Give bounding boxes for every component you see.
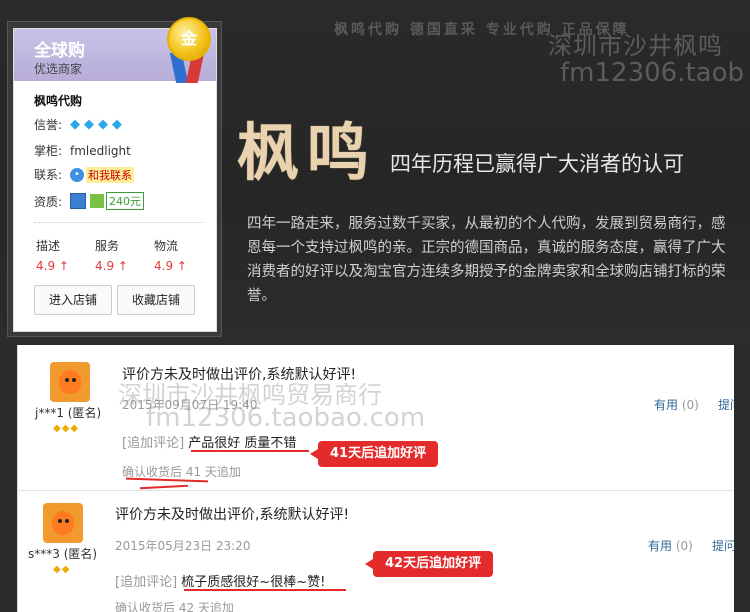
diamond-icon: ◆ bbox=[84, 117, 94, 132]
reviewer-name: s***3 (匿名) bbox=[28, 547, 98, 561]
avatar-eye bbox=[58, 519, 62, 523]
useful-label: 有用 bbox=[654, 398, 679, 412]
contact-seller-link[interactable]: 和我联系 bbox=[86, 166, 134, 183]
credit-label: 信誉: bbox=[34, 118, 63, 132]
score-label: 服务 bbox=[95, 239, 120, 253]
avatar-face bbox=[59, 370, 81, 394]
score-service: 服务 4.9 ↑ bbox=[95, 237, 128, 273]
manager-name: fmledlight bbox=[70, 143, 131, 158]
review-text: 评价方未及时做出评价,系统默认好评! bbox=[115, 507, 350, 523]
diamond-icon: ◆ bbox=[112, 117, 122, 132]
review-date: 2015年05月23日 23:20 bbox=[115, 539, 251, 553]
diamond-icon: ◆ bbox=[98, 117, 108, 132]
score-value: 4.9 ↑ bbox=[95, 259, 128, 273]
reviewer-name: j***1 (匿名) bbox=[35, 406, 102, 420]
chat-icon[interactable]: • bbox=[70, 167, 84, 182]
callout-label: 41天后追加好评 bbox=[309, 441, 439, 467]
id-verified-icon[interactable] bbox=[70, 193, 86, 209]
score-logistics: 物流 4.9 ↑ bbox=[154, 237, 187, 273]
global-buy-title: 全球购 bbox=[34, 41, 85, 61]
useful-count: (0) bbox=[681, 398, 699, 412]
shop-name[interactable]: 枫鸣代购 bbox=[34, 92, 82, 109]
appended-review: [追加评论] 产品很好 质量不错 bbox=[122, 432, 296, 451]
enter-store-button[interactable]: 进入店铺 bbox=[34, 285, 112, 315]
brand-title: 枫鸣 bbox=[237, 116, 378, 189]
gold-medal-icon: 金 bbox=[163, 17, 211, 87]
appended-review: [追加评论] 梳子质感很好~很棒~赞! bbox=[115, 571, 325, 590]
qualification-row: 资质: 240元 bbox=[34, 192, 144, 210]
score-description: 描述 4.9 ↑ bbox=[36, 237, 69, 273]
review-text: 评价方未及时做出评价,系统默认好评! bbox=[122, 367, 357, 383]
diamond-icon: ◆ bbox=[70, 117, 80, 132]
manager-label: 掌柜: bbox=[34, 144, 63, 158]
useful-label: 有用 bbox=[648, 539, 673, 553]
hero-watermark-url: fm12306.taob bbox=[560, 58, 744, 88]
user-avatar[interactable] bbox=[43, 503, 83, 543]
credit-row: 信誉: ◆ ◆ ◆ ◆ bbox=[34, 116, 126, 133]
confirm-days: 确认收货后 42 天追加 bbox=[115, 601, 234, 612]
manager-row: 掌柜: fmledlight bbox=[34, 142, 131, 159]
appended-label: [追加评论] bbox=[122, 436, 185, 451]
qualification-label: 资质: bbox=[34, 194, 63, 209]
useful-button[interactable]: 有用 (0) bbox=[654, 396, 699, 413]
score-value: 4.9 ↑ bbox=[36, 259, 69, 273]
ask-button[interactable]: 提问 bbox=[718, 396, 734, 413]
score-label: 描述 bbox=[36, 239, 61, 253]
brand-description: 四年一路走来，服务过数千买家，从最初的个人代购，发展到贸易商行，感恩每一个支持过… bbox=[247, 216, 726, 304]
review-item: s***3 (匿名) ◆◆ 评价方未及时做出评价,系统默认好评! 2015年05… bbox=[18, 491, 734, 612]
avatar-eye bbox=[65, 519, 69, 523]
hero-watermark-name: 深圳市沙井枫鸣 bbox=[548, 32, 723, 60]
avatar-eye bbox=[65, 378, 69, 382]
card-divider bbox=[34, 222, 204, 223]
contact-label: 联系: bbox=[34, 168, 63, 182]
score-label: 物流 bbox=[154, 239, 179, 253]
highlight-underline bbox=[139, 484, 189, 490]
user-avatar[interactable] bbox=[50, 362, 90, 402]
contact-row: 联系: • 和我联系 bbox=[34, 166, 134, 183]
useful-button[interactable]: 有用 (0) bbox=[648, 537, 693, 554]
callout-label: 42天后追加好评 bbox=[364, 551, 494, 577]
favorite-store-button[interactable]: 收藏店铺 bbox=[117, 285, 195, 315]
ask-button[interactable]: 提问 bbox=[712, 537, 734, 554]
buyer-level-icon: ◆◆ bbox=[53, 564, 71, 575]
store-card: 全球购 优选商家 金 枫鸣代购 信誉: ◆ ◆ ◆ ◆ 掌柜: fmledlig… bbox=[13, 17, 217, 332]
store-card-header: 全球购 优选商家 金 bbox=[14, 17, 216, 83]
review-date: 2015年09月07日 19:40 bbox=[122, 398, 258, 412]
brand-subtitle: 四年历程已赢得广大消者的认可 bbox=[390, 152, 684, 176]
score-value: 4.9 ↑ bbox=[154, 259, 187, 273]
appended-text: 梳子质感很好~很棒~赞! bbox=[181, 575, 326, 590]
highlight-underline bbox=[191, 450, 309, 452]
global-buy-subtitle: 优选商家 bbox=[34, 62, 83, 76]
appended-label: [追加评论] bbox=[115, 575, 178, 590]
appended-text: 产品很好 质量不错 bbox=[188, 436, 297, 451]
useful-count: (0) bbox=[675, 539, 693, 553]
avatar-face bbox=[52, 511, 74, 535]
deposit-badge[interactable]: 240元 bbox=[106, 192, 144, 210]
review-item: j***1 (匿名) ◆◆◆ 评价方未及时做出评价,系统默认好评! 2015年0… bbox=[18, 345, 734, 491]
medal-coin: 金 bbox=[167, 17, 211, 61]
review-list: j***1 (匿名) ◆◆◆ 评价方未及时做出评价,系统默认好评! 2015年0… bbox=[17, 345, 734, 612]
buyer-level-icon: ◆◆◆ bbox=[53, 423, 80, 434]
highlight-underline bbox=[184, 589, 346, 591]
avatar-eye bbox=[72, 378, 76, 382]
consumer-protection-icon[interactable] bbox=[90, 194, 104, 208]
